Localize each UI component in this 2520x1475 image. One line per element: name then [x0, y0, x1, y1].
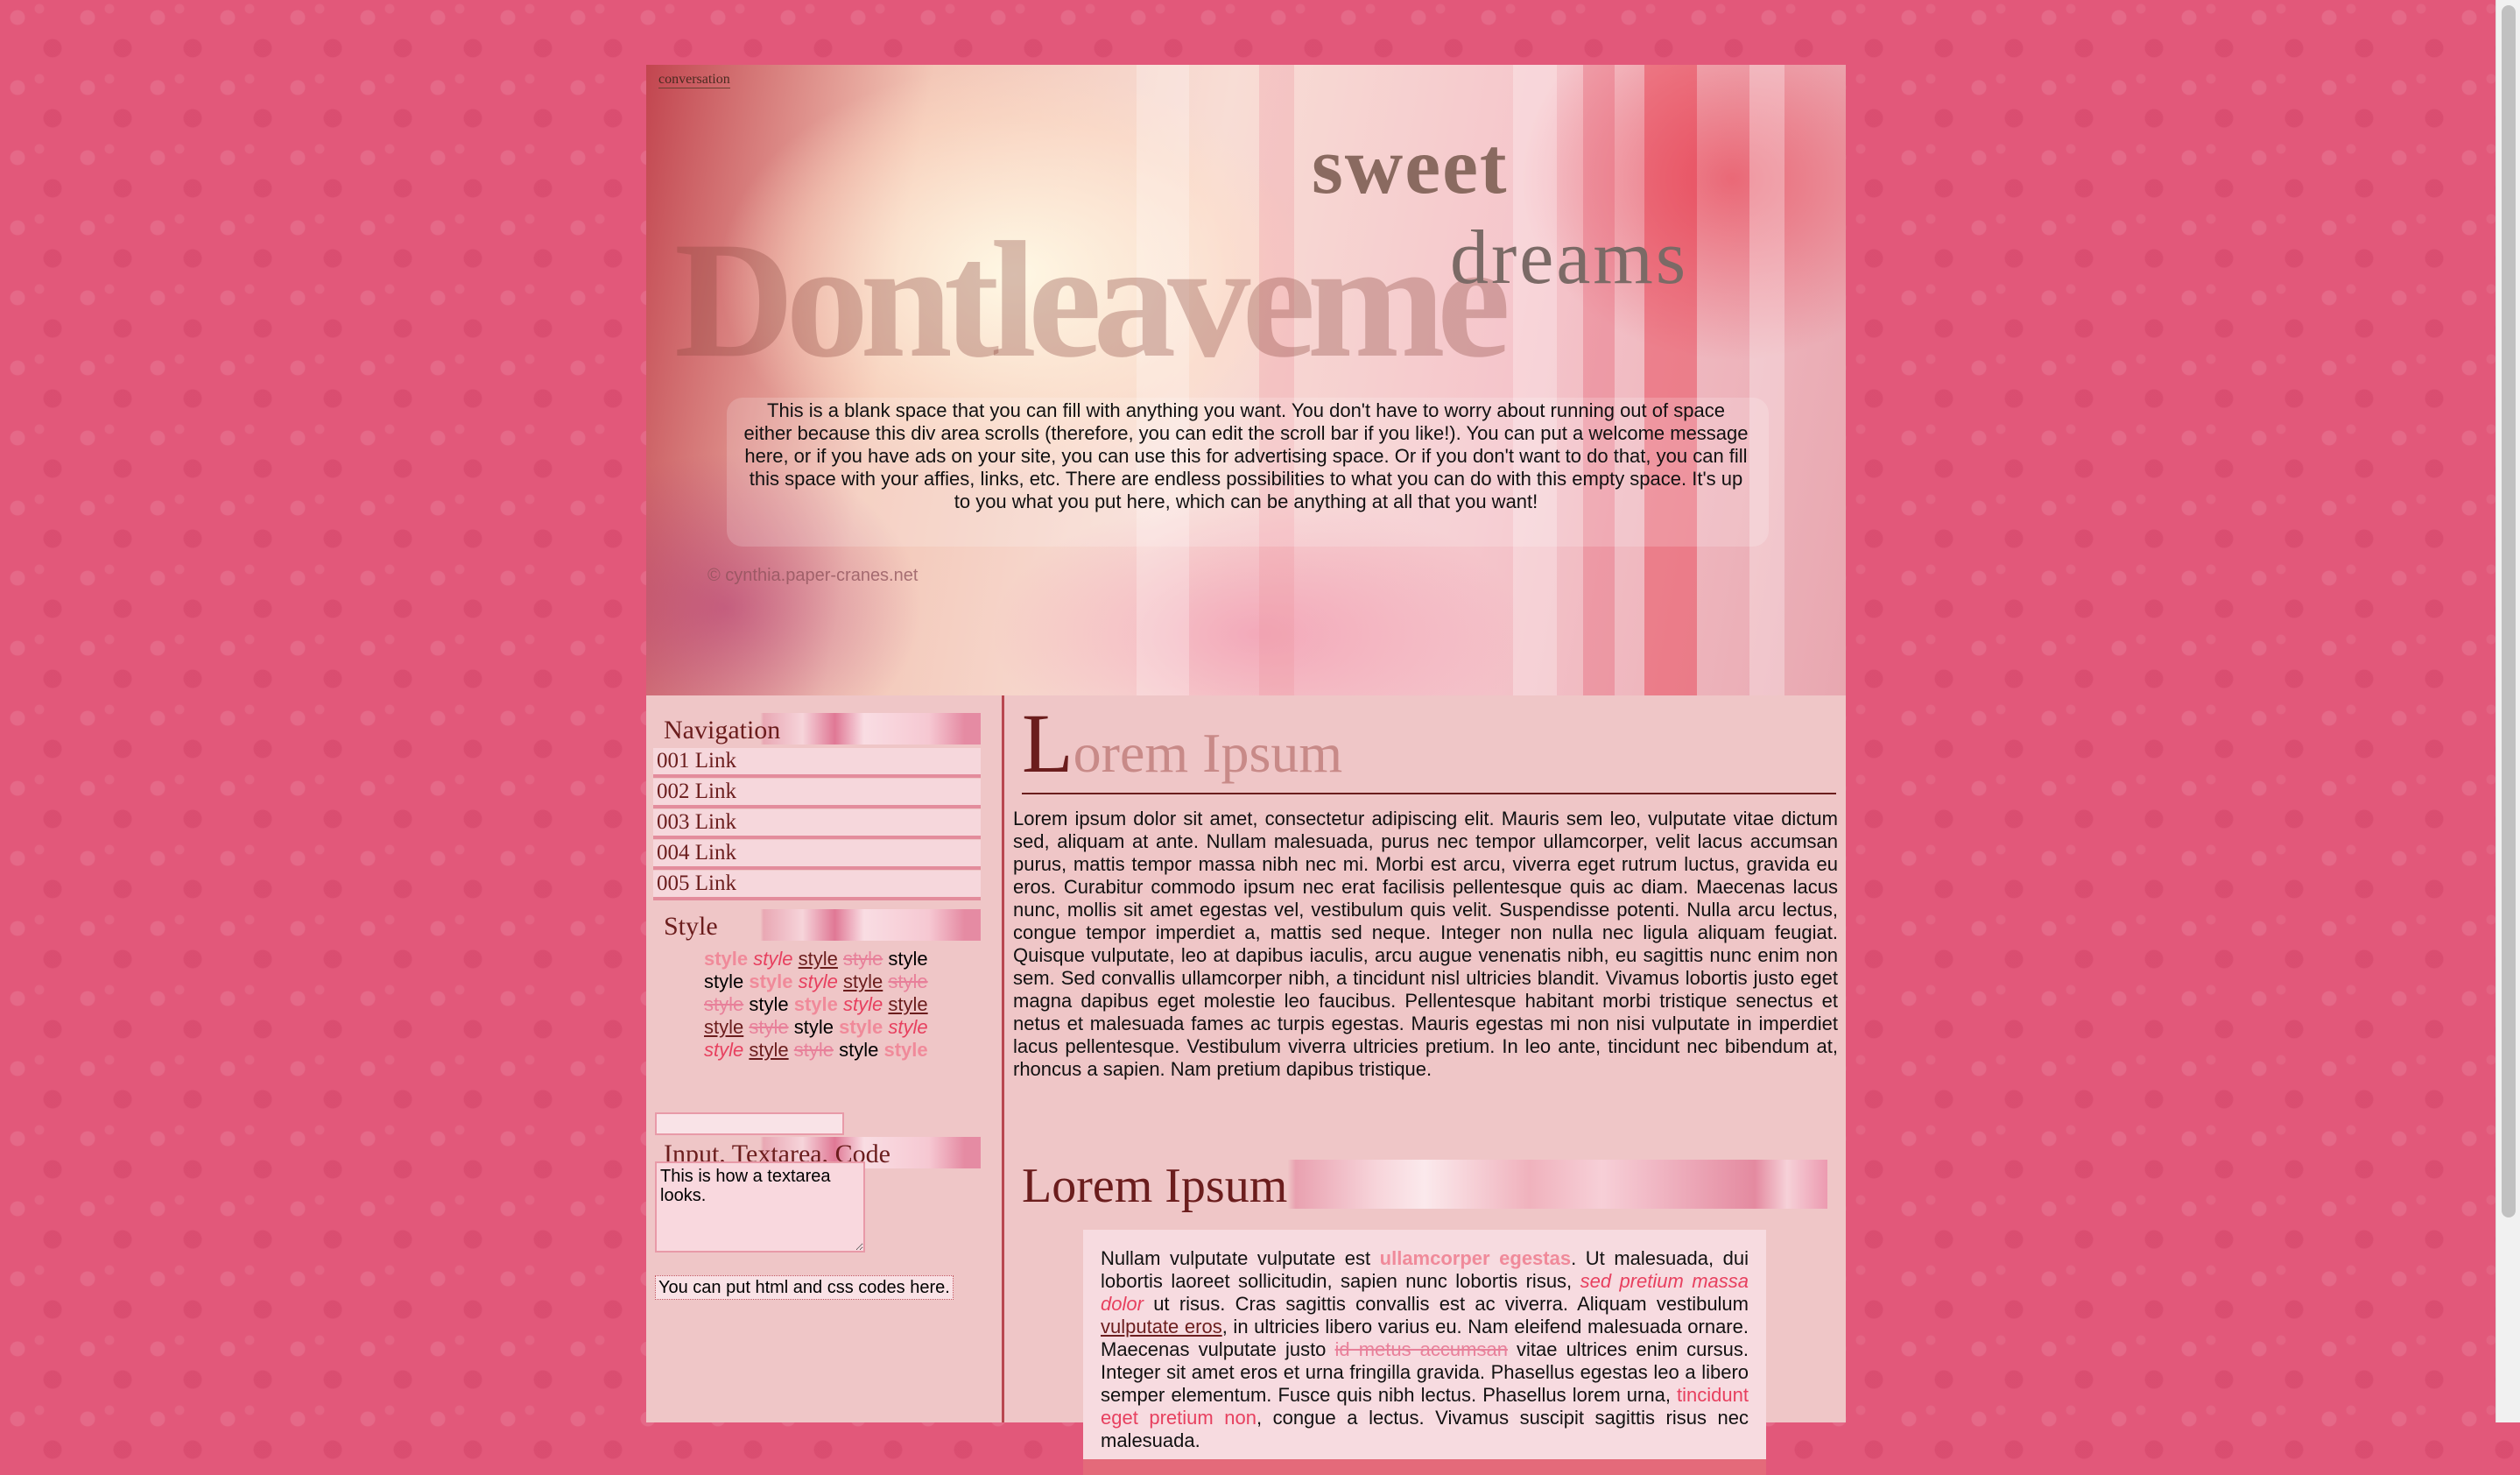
banner-stripe — [1583, 65, 1615, 695]
nav-section-title: Navigation — [664, 716, 781, 745]
credit-text: © cynthia.paper-cranes.net — [707, 566, 919, 585]
style-plain: style — [793, 1016, 834, 1038]
quote-bold-text: ullamcorper egestas — [1379, 1247, 1572, 1269]
style-underline[interactable]: style — [888, 993, 927, 1015]
code-sample: You can put html and css codes here. — [655, 1275, 954, 1300]
quote-text: ut risus. Cras sagittis convallis est ac… — [1143, 1293, 1749, 1315]
banner-stripe — [1513, 65, 1557, 695]
welcome-message: This is a blank space that you can fill … — [743, 399, 1749, 512]
page-scrollbar[interactable] — [2495, 0, 2520, 1422]
style-plain: style — [888, 948, 928, 970]
blockquote: Nullam vulputate vulputate est ullamcorp… — [1083, 1230, 1766, 1475]
sub-heading-bar: Lorem Ipsum — [1022, 1159, 1827, 1213]
nav-link-label: 005 Link — [657, 872, 736, 895]
nav-link-label: 001 Link — [657, 749, 736, 773]
style-section-title: Style — [664, 912, 718, 941]
heading-rest: orem Ipsum — [1073, 722, 1343, 784]
scrollbar-thumb[interactable] — [2502, 5, 2516, 1217]
style-italic: style — [704, 1039, 744, 1061]
style-italic: style — [843, 993, 883, 1015]
banner-stripe — [1749, 65, 1784, 695]
nav-link-label: 002 Link — [657, 780, 736, 803]
banner-stripe — [1644, 65, 1697, 695]
main-heading: Lorem Ipsum — [1022, 702, 1836, 794]
textarea-field[interactable]: This is how a textarea looks. — [655, 1161, 865, 1253]
style-italic: style — [753, 948, 793, 970]
style-strike: style — [888, 970, 928, 992]
style-italic: style — [888, 1016, 928, 1038]
style-strike: style — [749, 1016, 789, 1038]
nav-link-005[interactable]: 005 Link — [653, 871, 981, 900]
style-plain: style — [839, 1039, 879, 1061]
heading-initial: L — [1022, 696, 1073, 790]
style-italic: style — [798, 970, 838, 992]
brand-logo: conversation — [658, 72, 730, 88]
style-underline[interactable]: style — [749, 1039, 788, 1061]
banner-title-sweet: sweet — [1312, 121, 1509, 210]
nav-section-header: Navigation — [657, 713, 981, 745]
nav-link-label: 004 Link — [657, 841, 736, 865]
style-bold: style — [883, 1039, 928, 1061]
intro-paragraph: Lorem ipsum dolor sit amet, consectetur … — [1013, 808, 1838, 1080]
style-strike: style — [793, 1039, 834, 1061]
nav-link-004[interactable]: 004 Link — [653, 840, 981, 870]
style-plain: style — [704, 970, 744, 992]
main-content: Lorem Ipsum Lorem ipsum dolor sit amet, … — [1004, 695, 1846, 1475]
nav-link-label: 003 Link — [657, 810, 736, 834]
style-bold: style — [839, 1016, 883, 1038]
style-underline[interactable]: style — [704, 1016, 743, 1038]
style-bold: style — [704, 948, 749, 970]
style-section-header: Style — [657, 909, 981, 941]
style-bold: style — [749, 970, 793, 992]
decorative-word: Dontleaveme — [674, 208, 1510, 392]
text-input[interactable] — [655, 1112, 844, 1135]
style-underline[interactable]: style — [799, 948, 838, 970]
sub-heading: Lorem Ipsum — [1022, 1159, 1288, 1213]
quote-strike-text: id metus accumsan — [1334, 1338, 1508, 1360]
header-banner: conversation Dontleaveme sweet dreams Th… — [646, 65, 1846, 695]
style-bold: style — [793, 993, 838, 1015]
style-demo-block: style style style style style style styl… — [704, 948, 967, 1062]
quote-underline-link[interactable]: vulputate eros — [1101, 1316, 1222, 1337]
banner-title-dreams: dreams — [1450, 215, 1689, 300]
style-underline[interactable]: style — [843, 970, 883, 992]
style-plain: style — [749, 993, 789, 1015]
style-strike: style — [704, 993, 744, 1015]
quote-text: Nullam vulputate vulputate est — [1101, 1247, 1380, 1269]
nav-link-002[interactable]: 002 Link — [653, 779, 981, 808]
nav-link-001[interactable]: 001 Link — [653, 748, 981, 778]
style-strike: style — [843, 948, 883, 970]
nav-link-003[interactable]: 003 Link — [653, 809, 981, 839]
